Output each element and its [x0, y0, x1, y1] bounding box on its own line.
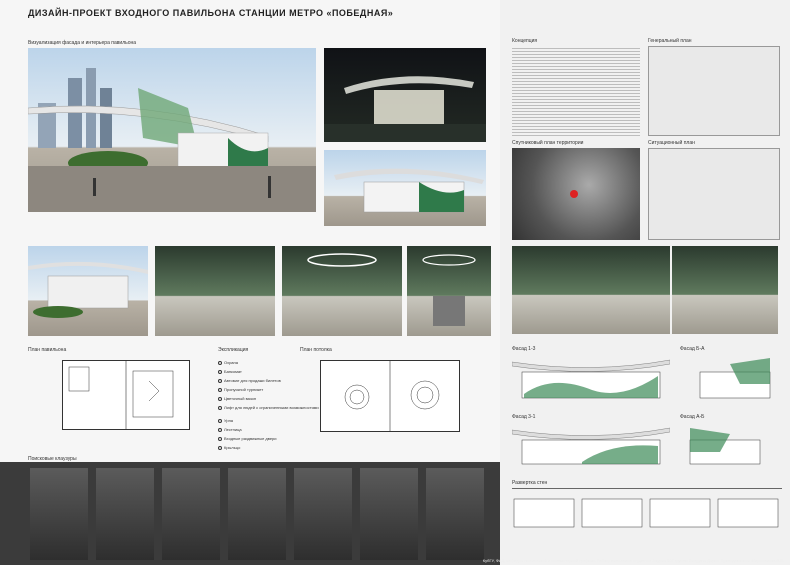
plan-ceiling-label: План потолка: [300, 347, 332, 353]
plan-pavilion-label: План павильона: [28, 347, 67, 353]
explication-label: Экспликация: [218, 347, 249, 353]
render-interior-2: [282, 246, 402, 336]
pavilion-plan-drawing: [62, 360, 190, 430]
explication-item-4: Пропускной турникет: [218, 387, 263, 392]
left-panel: ДИЗАЙН-ПРОЕКТ ВХОДНОГО ПАВИЛЬОНА СТАНЦИИ…: [0, 0, 500, 565]
model-7: [426, 468, 484, 560]
main-facade-render: [28, 48, 316, 212]
facade-b-a-label: Фасад Б-А: [680, 346, 705, 352]
situational-plan-label: Ситуационный план: [648, 140, 695, 146]
model-6: [360, 468, 418, 560]
wall-sweep-drawing: [512, 488, 782, 534]
facade-1-3-label: Фасад 1-3: [512, 346, 536, 352]
general-plan-map: [648, 46, 780, 136]
explication-item-9: Входные раздвижные двери: [218, 436, 277, 441]
render-exterior: [28, 246, 148, 336]
concept-text-block: [512, 46, 640, 136]
model-4: [228, 468, 286, 560]
explication-list: Охрана Банкомат Автомат для продажи биле…: [218, 360, 319, 460]
concept-label: Концепция: [512, 38, 538, 44]
satellite-plan-map: [512, 148, 640, 240]
model-3: [162, 468, 220, 560]
general-plan-label: Генеральный план: [648, 38, 692, 44]
day-render-small: [324, 150, 486, 226]
model-5: [294, 468, 352, 560]
facade-a-b-label: Фасад А-Б: [680, 414, 705, 420]
explication-item-5: Цветочный вазон: [218, 396, 256, 401]
poster-sheet: ДИЗАЙН-ПРОЕКТ ВХОДНОГО ПАВИЛЬОНА СТАНЦИИ…: [0, 0, 790, 565]
visualization-label: Визуализация фасада и интерьера павильон…: [28, 40, 137, 46]
page-title: ДИЗАЙН-ПРОЕКТ ВХОДНОГО ПАВИЛЬОНА СТАНЦИИ…: [28, 8, 394, 18]
ceiling-plan-drawing: [320, 360, 460, 432]
footer-caption: КубГУ, ФАД, кафедра технической и компью…: [482, 558, 784, 563]
render-interior-3: [407, 246, 491, 336]
render-interior-1: [155, 246, 275, 336]
explication-item-6: Лифт для людей с ограниченными возможнос…: [218, 405, 319, 410]
facade-3-1-label: Фасад 3-1: [512, 414, 536, 420]
facade-1-3-drawing: [512, 354, 670, 404]
model-2: [96, 468, 154, 560]
facade-3-1-drawing: [512, 422, 670, 470]
facade-a-b-drawing: [680, 422, 780, 470]
explication-item-2: Банкомат: [218, 369, 242, 374]
wall-sweep-label: Развертка стен: [512, 480, 548, 486]
situational-plan-map: [648, 148, 780, 240]
explication-item-1: Охрана: [218, 360, 238, 365]
model-1: [30, 468, 88, 560]
night-render: [324, 48, 486, 142]
explication-item-8: Лестница: [218, 427, 242, 432]
satellite-plan-label: Спутниковый план территории: [512, 140, 584, 146]
explication-item-7: Урна: [218, 418, 233, 423]
facade-b-a-drawing: [680, 354, 780, 404]
explication-item-10: Крыльцо: [218, 445, 240, 450]
render-interior-4: [512, 246, 670, 334]
render-stairs: [672, 246, 778, 334]
right-panel: Концепция Генеральный план Спутниковый п…: [500, 0, 790, 565]
explication-item-3: Автомат для продажи билетов: [218, 378, 281, 383]
